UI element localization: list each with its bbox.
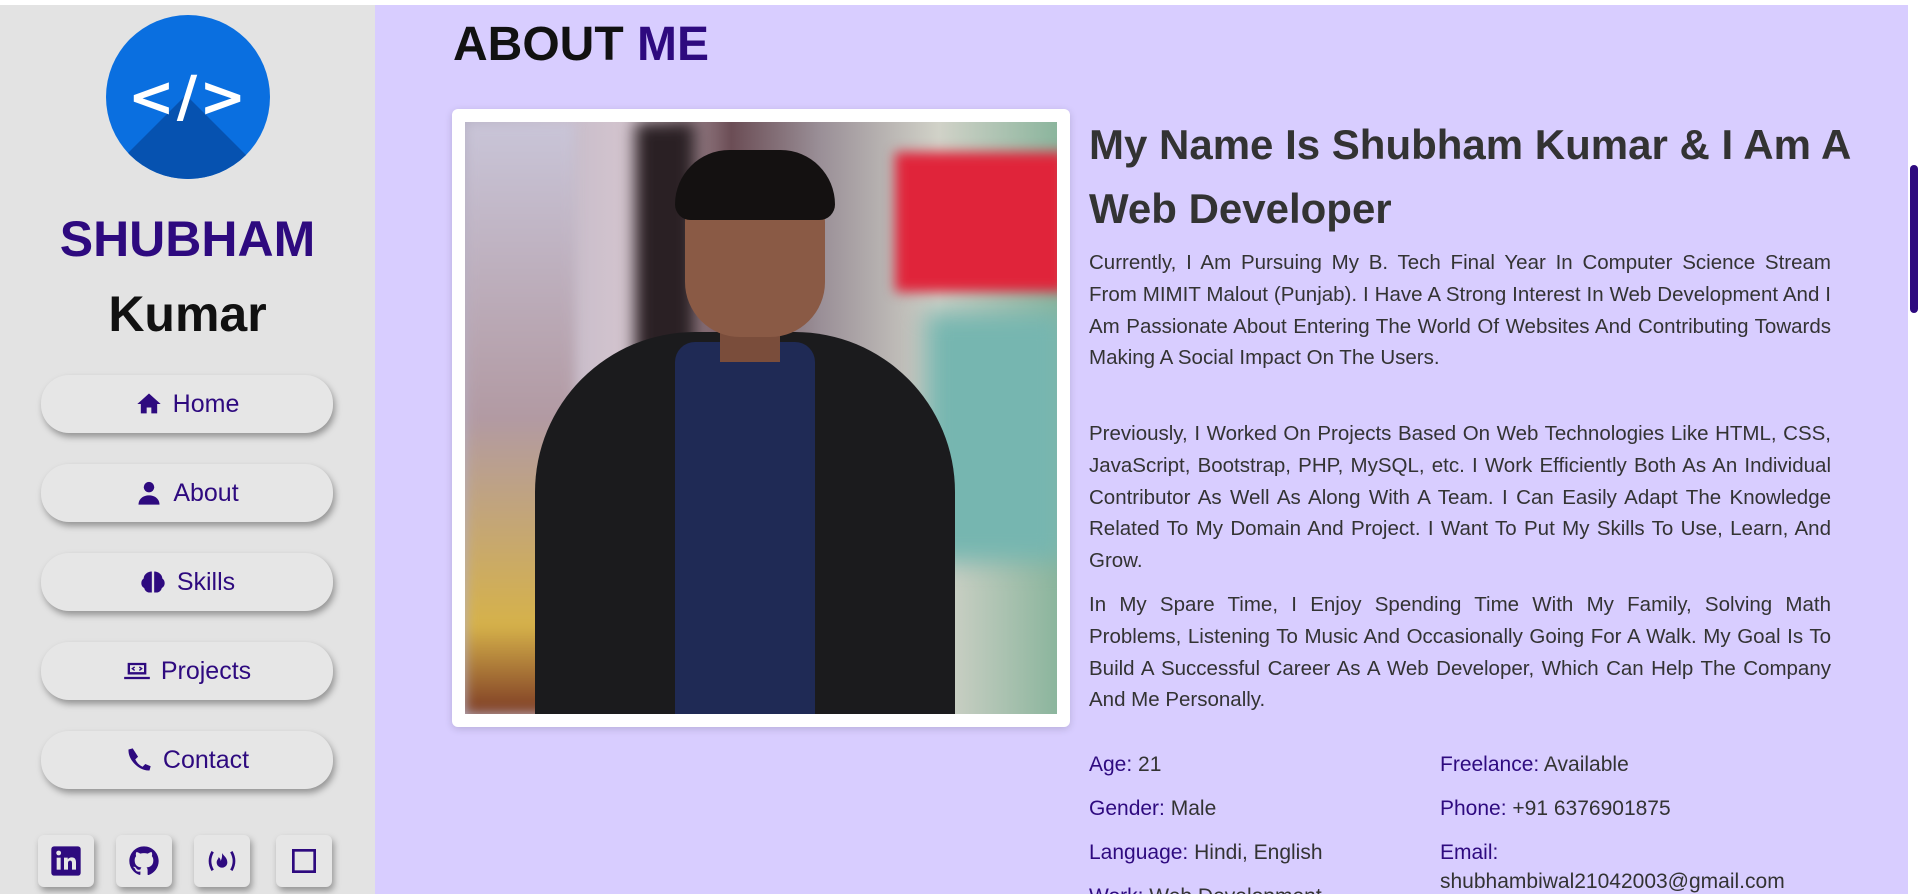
info-phone-label: Phone: [1440,797,1507,820]
brain-icon [141,571,165,593]
section-title-plain: ABOUT [453,18,624,71]
phone-icon [128,748,151,771]
scrollbar[interactable] [1908,5,1920,894]
info-phone: Phone: +91 6376901875 [1440,794,1671,823]
about-paragraph-1: Currently, I Am Pursuing My B. Tech Fina… [1089,251,1831,370]
info-gender-label: Gender: [1089,797,1165,820]
square-icon [292,849,316,873]
nav-skills-label: Skills [176,567,236,596]
user-icon [138,481,160,505]
info-work-value: Web Development [1149,885,1321,894]
info-freelance: Freelance: Available [1440,750,1629,779]
about-section: ABOUT ME My Name Is Shubham Kumar & I Am… [375,5,1920,894]
github-button[interactable] [116,835,172,887]
linkedin-button[interactable] [38,835,94,887]
about-paragraph-3: In My Spare Time, I Enjoy Spending Time … [1089,593,1831,712]
info-gender-value: Male [1170,797,1217,820]
github-icon [129,846,159,876]
about-paragraph-2: Previously, I Worked On Projects Based O… [1089,422,1831,573]
freecodecamp-button[interactable] [194,835,250,887]
info-phone-value: +91 6376901875 [1512,797,1671,820]
nav-contact-label: Contact [162,745,250,774]
scrollbar-thumb[interactable] [1910,165,1918,313]
section-title: ABOUT ME [453,17,709,72]
home-icon [136,393,161,414]
about-headline: My Name Is Shubham Kumar & I Am A Web De… [1089,121,1850,232]
nav-home-label: Home [172,389,240,418]
info-work: Work: Web Development [1089,882,1322,894]
nav-projects-button[interactable]: Projects [41,642,333,700]
brand-first-name: SHUBHAM [59,211,316,267]
nav-about-label: About [173,478,239,507]
info-age-label: Age: [1089,753,1133,776]
info-language-value: Hindi, English [1194,841,1323,864]
info-email-label: Email: [1440,841,1499,864]
nav-contact-button[interactable]: Contact [41,731,333,789]
info-language-label: Language: [1089,841,1189,864]
section-title-highlight: ME [637,18,709,71]
info-email: Email: shubhambiwal21042003@gmail.com [1440,838,1785,894]
info-work-label: Work: [1089,885,1143,894]
info-gender: Gender: Male [1089,794,1216,823]
info-email-value[interactable]: shubhambiwal21042003@gmail.com [1440,867,1785,894]
info-freelance-value: Available [1543,753,1629,776]
sidebar: </> SHUBHAM Kumar Home About Skills Proj… [0,5,375,894]
freecodecamp-icon [208,851,236,871]
linkedin-icon [51,846,81,876]
nav-projects-label: Projects [160,656,252,685]
code-icon: </> [127,64,249,130]
info-freelance-label: Freelance: [1440,753,1540,776]
logo[interactable]: </> [106,15,270,179]
info-language: Language: Hindi, English [1089,838,1323,867]
laptop-code-icon [124,662,150,680]
info-age: Age: 21 [1089,750,1161,779]
square-button[interactable] [276,835,332,887]
profile-photo-frame [452,109,1070,727]
nav-about-button[interactable]: About [41,464,333,522]
profile-photo [465,122,1057,714]
info-age-value: 21 [1138,753,1162,776]
nav-skills-button[interactable]: Skills [41,553,333,611]
brand-last-name: Kumar [108,286,267,342]
nav-home-button[interactable]: Home [41,375,333,433]
